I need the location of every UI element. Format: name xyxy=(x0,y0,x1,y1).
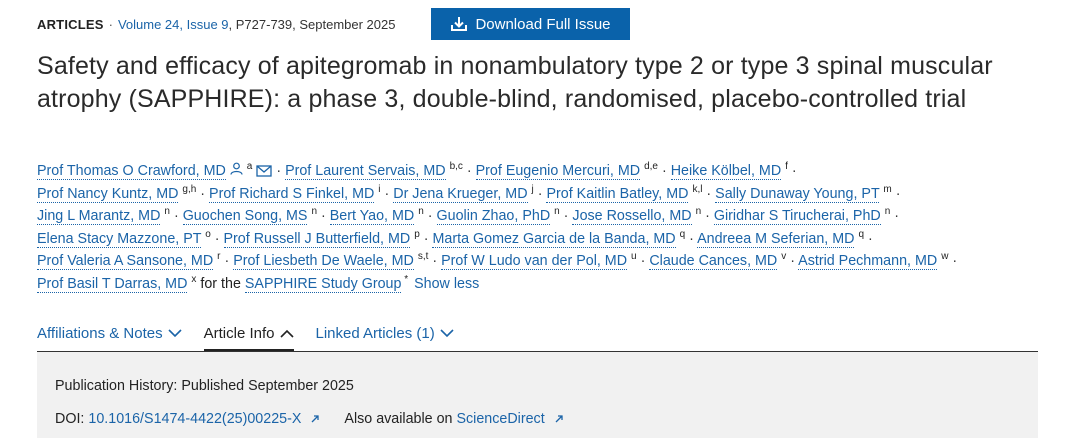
article-meta-line: ARTICLES · Volume 24, Issue 9 , P727-739… xyxy=(37,8,395,40)
doi-link[interactable]: 10.1016/S1474-4422(25)00225-X xyxy=(88,411,301,427)
author-link[interactable]: Jing L Marantz, MD xyxy=(37,208,161,226)
author-link[interactable]: Prof Basil T Darras, MD xyxy=(37,275,188,293)
author-link[interactable]: Dr Jena Krueger, MD xyxy=(393,185,528,203)
author-link[interactable]: Prof Nancy Kuntz, MD xyxy=(37,185,179,203)
author-separator: · xyxy=(702,185,716,202)
tab-article-info[interactable]: Article Info xyxy=(203,325,294,351)
author-link[interactable]: Jose Rossello, MD xyxy=(572,208,692,226)
author-separator: · xyxy=(559,208,573,225)
author-link[interactable]: Prof Valeria A Sansone, MD xyxy=(37,253,214,271)
volume-issue-link[interactable]: Volume 24, Issue 9 xyxy=(118,17,229,32)
author-link[interactable]: Prof W Ludo van der Pol, MD xyxy=(441,253,628,271)
author-separator: · xyxy=(423,208,437,225)
tab-label: Affiliations & Notes xyxy=(37,325,163,342)
author-link[interactable]: Prof Liesbeth De Waele, MD xyxy=(233,253,414,271)
author-link[interactable]: Prof Russell J Butterfield, MD xyxy=(223,230,411,248)
article-info-panel: Publication History: Published September… xyxy=(37,352,1038,438)
author-link[interactable]: Heike Kölbel, MD xyxy=(670,163,782,180)
author-separator: · xyxy=(636,253,650,270)
doi-row: DOI: 10.1016/S1474-4422(25)00225-X Also … xyxy=(55,411,564,427)
also-available-label: Also available on xyxy=(344,411,457,427)
author-separator: · xyxy=(272,163,286,179)
author-separator: · xyxy=(428,253,442,270)
author-link[interactable]: Sally Dunaway Young, PT xyxy=(715,185,880,203)
author-list: Prof Thomas O Crawford, MD a · Prof Laur… xyxy=(37,160,1067,296)
article-tabs: Affiliations & Notes Article Info Linked A… xyxy=(37,325,476,351)
pages-date: , P727-739, September 2025 xyxy=(228,16,396,32)
affiliation-sup: m xyxy=(883,183,892,195)
author-separator: · xyxy=(685,230,698,247)
affiliation-sup: a xyxy=(246,161,253,173)
chevron-up-icon xyxy=(279,329,294,338)
article-type: ARTICLES xyxy=(37,16,104,32)
author-separator: · xyxy=(701,208,714,225)
author-separator: · xyxy=(419,230,433,247)
affiliation-sup: b,c xyxy=(449,161,463,173)
author-link[interactable]: Elena Stacy Mazzone, PT xyxy=(37,230,202,248)
author-separator: · xyxy=(864,230,873,247)
download-label: Download Full Issue xyxy=(475,15,611,33)
author-link[interactable]: Prof Thomas O Crawford, MD xyxy=(37,163,226,180)
author-link[interactable]: Astrid Pechmann, MD xyxy=(798,253,938,271)
author-link[interactable]: Claude Cances, MD xyxy=(649,253,778,271)
show-less-button[interactable]: Show less xyxy=(414,276,479,292)
external-link-icon xyxy=(311,415,320,423)
doi-label: DOI: xyxy=(55,411,89,427)
author-separator: · xyxy=(462,163,476,179)
author-link[interactable]: Andreea M Seferian, MD xyxy=(697,230,855,248)
author-separator: · xyxy=(948,253,958,270)
author-link[interactable]: Prof Kaitlin Batley, MD xyxy=(546,185,689,203)
author-link[interactable]: Prof Richard S Finkel, MD xyxy=(209,185,375,203)
group-sup: * xyxy=(401,274,409,286)
author-separator: · xyxy=(533,185,547,202)
author-separator: · xyxy=(380,185,394,202)
author-link[interactable]: Guochen Song, MS xyxy=(182,208,308,226)
affiliation-sup: d,e xyxy=(644,161,658,173)
external-link-icon xyxy=(555,415,563,423)
meta-separator: · xyxy=(108,16,113,32)
article-title: Safety and efficacy of apitegromab in no… xyxy=(37,52,993,113)
chevron-down-icon xyxy=(440,329,454,338)
email-icon[interactable] xyxy=(256,165,272,177)
study-group-link[interactable]: SAPPHIRE Study Group xyxy=(244,275,402,293)
tab-label: Linked Articles (1) xyxy=(315,325,435,342)
affiliation-sup: k,l xyxy=(692,183,703,195)
sciencedirect-link[interactable]: ScienceDirect xyxy=(456,411,544,427)
download-full-issue-button[interactable]: Download Full Issue xyxy=(431,8,630,40)
author-separator: · xyxy=(220,253,234,270)
author-link[interactable]: Guolin Zhao, PhD xyxy=(436,208,551,226)
author-link[interactable]: Prof Laurent Servais, MD xyxy=(285,163,446,180)
author-link[interactable]: Giridhar S Tirucherai, PhD xyxy=(713,208,881,226)
author-link[interactable]: Bert Yao, MD xyxy=(329,208,415,226)
author-separator: · xyxy=(196,185,210,202)
author-separator: · xyxy=(658,163,671,179)
author-separator: · xyxy=(890,208,900,225)
author-link[interactable]: Marta Gomez Garcia de la Banda, MD xyxy=(432,230,676,248)
author-separator: · xyxy=(787,163,797,179)
person-icon[interactable] xyxy=(230,162,243,175)
tab-linked-articles-1[interactable]: Linked Articles (1) xyxy=(316,325,454,351)
author-separator: · xyxy=(210,230,224,247)
author-separator: · xyxy=(317,208,330,225)
affiliation-sup: g,h xyxy=(182,183,197,195)
author-separator: · xyxy=(891,185,901,202)
author-separator: · xyxy=(786,253,799,270)
tab-affiliations-notes[interactable]: Affiliations & Notes xyxy=(37,325,182,351)
author-link[interactable]: Prof Eugenio Mercuri, MD xyxy=(475,163,641,180)
download-icon xyxy=(451,17,468,31)
affiliation-sup: s,t xyxy=(417,251,429,263)
chevron-down-icon xyxy=(168,329,182,338)
author-separator: · xyxy=(169,208,183,225)
tab-label: Article Info xyxy=(203,325,275,342)
group-prefix: for the xyxy=(196,275,245,292)
publication-history: Publication History: Published September… xyxy=(55,378,354,394)
